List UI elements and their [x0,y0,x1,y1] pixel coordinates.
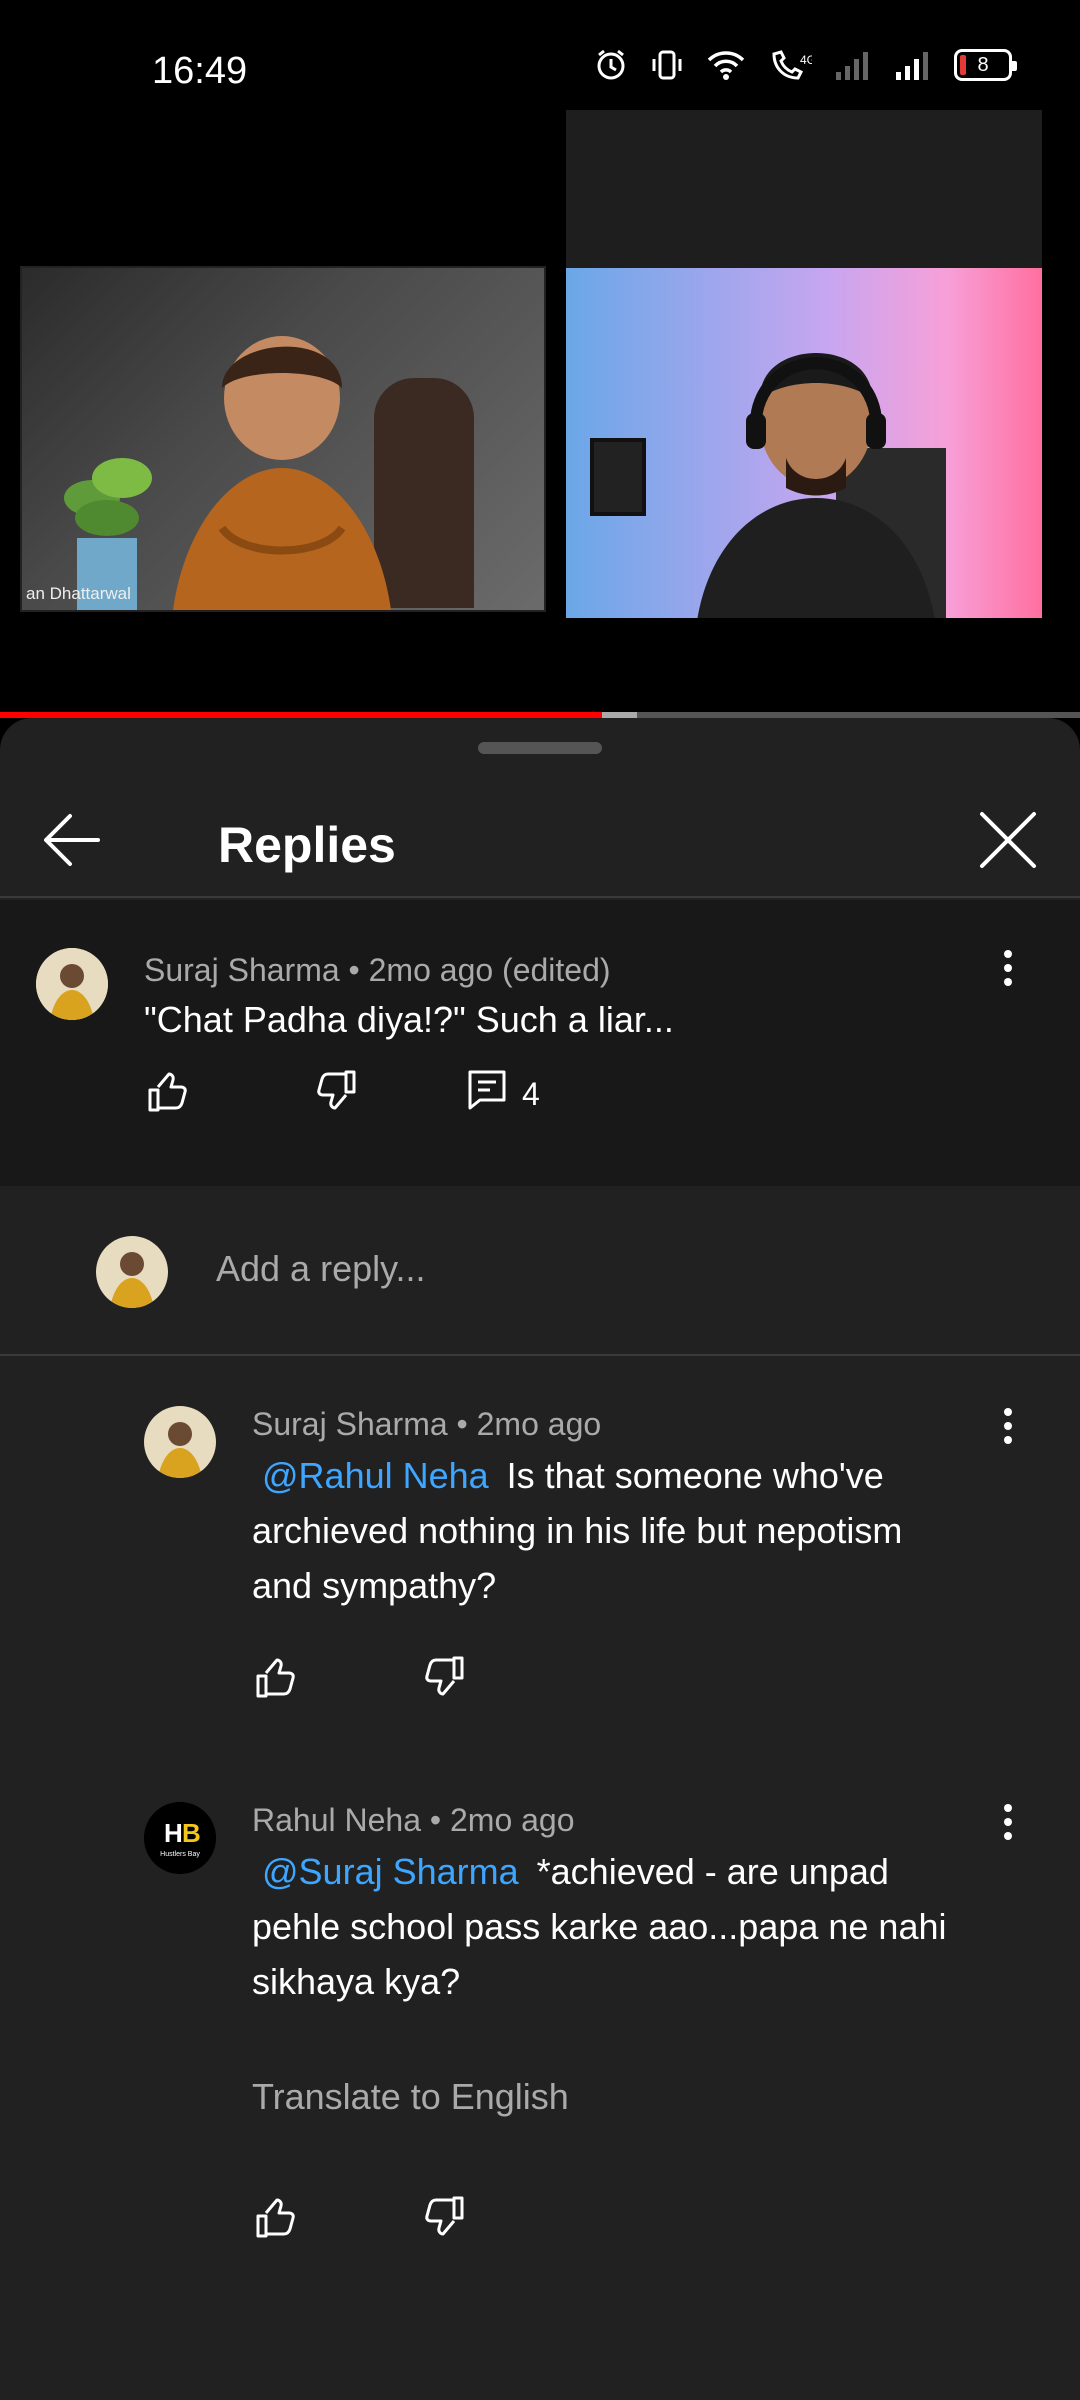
reply-meta: Rahul Neha • 2mo ago [252,1802,575,1838]
volte-call-icon: 4G [772,50,812,80]
avatar [96,1236,168,1308]
status-time: 16:49 [152,50,248,92]
like-icon[interactable] [254,1658,296,1700]
close-icon[interactable] [978,810,1038,870]
battery-icon: 8 [954,49,1017,81]
participant-name-label: an Dhattarwal [26,584,131,603]
avatar-text: Hustlers Bay [160,1851,200,1858]
reply-count: 4 [522,1076,540,1112]
svg-text:4G: 4G [800,53,812,67]
participant-tile-right [566,268,1042,618]
dislike-icon[interactable] [424,2194,466,2236]
dislike-icon[interactable] [424,1654,466,1696]
participant-tile-top-right [566,110,1042,268]
add-reply-row [0,1186,1080,1356]
reply-text: @Rahul Neha Is that someone who've archie… [252,1448,1012,1613]
alarm-icon [597,49,625,80]
hustlers-bay-logo: H B Hustlers Bay [144,1802,216,1874]
video-player[interactable]: an Dhattarwal [0,110,1080,718]
svg-text:H: H [164,1818,183,1848]
avatar[interactable]: H B Hustlers Bay [144,1802,216,1874]
comment-text: "Chat Padha diya!?" Such a liar... [144,999,674,1040]
svg-text:B: B [182,1818,201,1848]
avatar-photo [96,1236,168,1308]
sheet-title: Replies [218,817,396,873]
more-options-icon[interactable] [998,1802,1018,1842]
more-options-icon[interactable] [998,948,1018,988]
avatar[interactable] [144,1406,216,1478]
reply-item: H B Hustlers Bay Rahul Neha • 2mo ago @S… [0,1754,1080,2314]
dislike-icon[interactable] [316,1068,358,1110]
avatar-photo [36,948,108,1020]
status-bar: 16:49 4G 8 [0,0,1080,110]
replies-sheet: Replies Suraj Sharma • 2mo ago (edited) … [0,718,1080,2400]
reply-text-line: and sympathy? [252,1565,497,1606]
status-icons: 4G 8 [594,48,1017,82]
reply-text-line: sikhaya kya? [252,1961,461,2002]
wifi-icon [707,51,745,80]
add-reply-input[interactable] [216,1248,916,1290]
reply-text: @Suraj Sharma *achieved - are unpad pehle… [252,1844,1012,2009]
reply-text-line: archieved nothing in his life but nepoti… [252,1510,903,1551]
person-illustration-right [697,353,946,618]
translate-link[interactable]: Translate to English [252,2076,569,2118]
drag-handle[interactable] [478,742,602,754]
reply-icon[interactable] [466,1068,508,1110]
parent-comment: Suraj Sharma • 2mo ago (edited) "Chat Pa… [0,900,1080,1186]
person-illustration-left [173,336,391,610]
mention-link[interactable]: @Suraj Sharma [262,1851,519,1892]
comment-meta: Suraj Sharma • 2mo ago (edited) [144,952,611,988]
like-icon[interactable] [254,2198,296,2240]
avatar-photo [144,1406,216,1478]
participant-tile-left: an Dhattarwal [20,266,546,612]
more-options-icon[interactable] [998,1406,1018,1446]
reply-meta: Suraj Sharma • 2mo ago [252,1406,602,1442]
battery-level: 8 [977,53,989,76]
mention-link[interactable]: @Rahul Neha [262,1455,489,1496]
vibrate-icon [652,50,682,80]
like-icon[interactable] [146,1072,188,1114]
wall-frame [590,438,646,516]
sheet-header: Replies [0,758,1080,898]
reply-text-line: *achieved - are unpad [536,1851,889,1892]
avatar[interactable] [36,948,108,1020]
reply-text-line: Is that someone who've [506,1455,884,1496]
back-arrow-icon[interactable] [42,812,102,868]
signal-sim1-icon [836,52,868,80]
reply-text-line: pehle school pass karke aao...papa ne na… [252,1906,947,1947]
signal-sim2-icon [896,52,928,80]
reply-item: Suraj Sharma • 2mo ago @Rahul Neha Is tha… [0,1358,1080,1758]
